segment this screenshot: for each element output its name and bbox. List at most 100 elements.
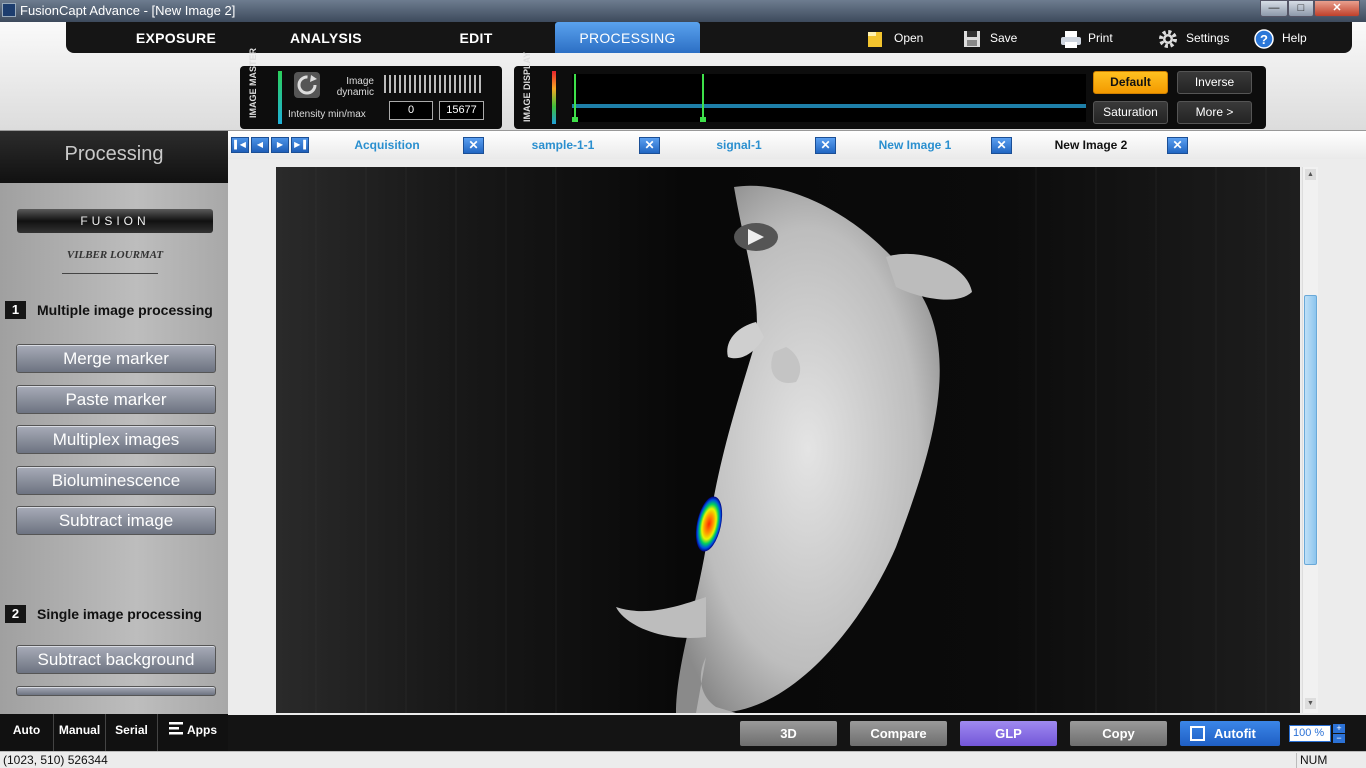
tab-analysis[interactable]: ANALYSIS <box>266 22 386 53</box>
settings-button[interactable]: Settings <box>1158 22 1229 53</box>
menu-lines-icon <box>169 715 183 747</box>
close-button[interactable]: ✕ <box>1314 0 1360 17</box>
glp-button[interactable]: GLP <box>960 721 1057 746</box>
compare-button[interactable]: Compare <box>850 721 947 746</box>
more-button[interactable]: More > <box>1177 101 1252 124</box>
serial-mode-button[interactable]: Serial <box>106 714 158 751</box>
image-tab-sample-1-1[interactable]: sample-1-1 <box>504 131 622 159</box>
zoom-input[interactable]: 100 % <box>1289 725 1331 742</box>
image-display-label: IMAGE DISPLAY <box>522 51 532 122</box>
tab-exposure[interactable]: EXPOSURE <box>116 22 236 53</box>
intensity-label: Intensity min/max <box>288 109 366 120</box>
autofit-button[interactable]: Autofit <box>1180 721 1280 746</box>
close-tab-new-image-1-button[interactable]: ✕ <box>991 137 1012 154</box>
close-tab-new-image-2-button[interactable]: ✕ <box>1167 137 1188 154</box>
display-color-strip <box>552 71 556 124</box>
open-button[interactable]: Open <box>866 22 923 53</box>
sidebar-title: Processing <box>0 131 228 183</box>
vilber-logo: VILBER LOURMAT <box>66 249 164 261</box>
cursor-coordinates: (1023, 510) 526344 <box>3 753 108 767</box>
fusion-logo: FUSION <box>17 209 213 233</box>
section2-number: 2 <box>5 605 26 623</box>
master-color-strip <box>278 71 282 124</box>
copy-button[interactable]: Copy <box>1070 721 1167 746</box>
image-master-label: IMAGE MASTER <box>248 47 258 118</box>
scroll-down-button[interactable]: ▼ <box>1305 698 1316 709</box>
app-icon <box>2 3 16 17</box>
next-processing-button-partial[interactable] <box>16 686 216 696</box>
logo-divider <box>62 273 158 274</box>
tab-processing[interactable]: PROCESSING <box>555 22 700 53</box>
inverse-button[interactable]: Inverse <box>1177 71 1252 94</box>
autofit-checkbox-icon <box>1190 726 1205 741</box>
folder-icon <box>866 29 886 49</box>
3d-button[interactable]: 3D <box>740 721 837 746</box>
auto-mode-button[interactable]: Auto <box>0 714 54 751</box>
close-tab-acquisition-button[interactable]: ✕ <box>463 137 484 154</box>
last-image-button[interactable]: ▶▐ <box>291 137 309 153</box>
saturation-button[interactable]: Saturation <box>1093 101 1168 124</box>
gear-icon <box>1158 29 1178 49</box>
bioluminescence-button[interactable]: Bioluminescence <box>16 466 216 495</box>
refresh-icon[interactable] <box>294 72 320 98</box>
first-image-button[interactable]: ▌◀ <box>231 137 249 153</box>
save-button[interactable]: Save <box>962 22 1017 53</box>
settings-label: Settings <box>1186 31 1230 45</box>
merge-marker-button[interactable]: Merge marker <box>16 344 216 373</box>
image-tab-new-image-1[interactable]: New Image 1 <box>856 131 974 159</box>
printer-icon <box>1060 29 1081 49</box>
scroll-up-button[interactable]: ▲ <box>1305 169 1316 180</box>
mouse-image-canvas[interactable] <box>276 167 1300 713</box>
intensity-max-input[interactable]: 15677 <box>439 101 484 120</box>
section1-title: Multiple image processing <box>37 302 213 318</box>
section2-title: Single image processing <box>37 606 202 622</box>
help-label: Help <box>1282 31 1307 45</box>
sidebar-mode-bar: Auto Manual Serial Apps <box>0 714 228 751</box>
mouse-luminescence-image <box>276 167 1300 713</box>
min-slider[interactable] <box>574 74 576 122</box>
dynamic-meter <box>384 75 484 93</box>
max-slider-handle[interactable] <box>700 117 706 122</box>
next-image-button[interactable]: ▶ <box>271 137 289 153</box>
subtract-image-button[interactable]: Subtract image <box>16 506 216 535</box>
tab-edit[interactable]: EDIT <box>416 22 536 53</box>
intensity-min-input[interactable]: 0 <box>389 101 433 120</box>
svg-text:?: ? <box>1260 32 1268 47</box>
apps-label: Apps <box>187 723 217 737</box>
multiplex-images-button[interactable]: Multiplex images <box>16 425 216 454</box>
num-lock-indicator: NUM <box>1296 753 1362 768</box>
zoom-in-button[interactable]: + <box>1333 724 1345 733</box>
subtract-background-button[interactable]: Subtract background <box>16 645 216 674</box>
maximize-button[interactable]: □ <box>1288 0 1314 17</box>
section1-number: 1 <box>5 301 26 319</box>
default-button[interactable]: Default <box>1093 71 1168 94</box>
manual-mode-button[interactable]: Manual <box>54 714 106 751</box>
vertical-scrollbar[interactable]: ▲ ▼ <box>1302 167 1318 713</box>
apps-button[interactable]: Apps <box>158 714 228 751</box>
image-master-panel: IMAGE MASTER Image dynamic Intensity min… <box>240 47 502 129</box>
max-slider[interactable] <box>702 74 704 122</box>
image-dynamic-label: Image dynamic <box>336 76 374 98</box>
image-display-panel: IMAGE DISPLAY Default Inverse Saturation… <box>514 51 1266 129</box>
close-tab-signal-1-button[interactable]: ✕ <box>815 137 836 154</box>
image-tab-bar: ▌◀ ◀ ▶ ▶▐ Acquisition ✕ sample-1-1 ✕ sig… <box>228 131 1366 159</box>
print-button[interactable]: Print <box>1060 22 1113 53</box>
app-window: FusionCapt Advance - [New Image 2] — □ ✕… <box>0 0 1366 768</box>
image-tab-acquisition[interactable]: Acquisition <box>328 131 446 159</box>
image-tab-signal-1[interactable]: signal-1 <box>680 131 798 159</box>
main-tabs: EXPOSURE ANALYSIS EDIT PROCESSING Open S… <box>66 22 1352 53</box>
status-bar: (1023, 510) 526344 NUM <box>0 751 1366 768</box>
min-slider-handle[interactable] <box>572 117 578 122</box>
image-tab-new-image-2[interactable]: New Image 2 <box>1032 131 1150 159</box>
prev-image-button[interactable]: ◀ <box>251 137 269 153</box>
print-label: Print <box>1088 31 1113 45</box>
minimize-button[interactable]: — <box>1260 0 1288 17</box>
close-tab-sample-1-1-button[interactable]: ✕ <box>639 137 660 154</box>
zoom-out-button[interactable]: − <box>1333 734 1345 743</box>
histogram-area[interactable] <box>572 74 1086 122</box>
histogram-line <box>572 104 1086 108</box>
title-bar: FusionCapt Advance - [New Image 2] — □ ✕ <box>0 0 1366 22</box>
scroll-thumb[interactable] <box>1304 295 1317 565</box>
paste-marker-button[interactable]: Paste marker <box>16 385 216 414</box>
help-button[interactable]: ? Help <box>1254 22 1307 53</box>
